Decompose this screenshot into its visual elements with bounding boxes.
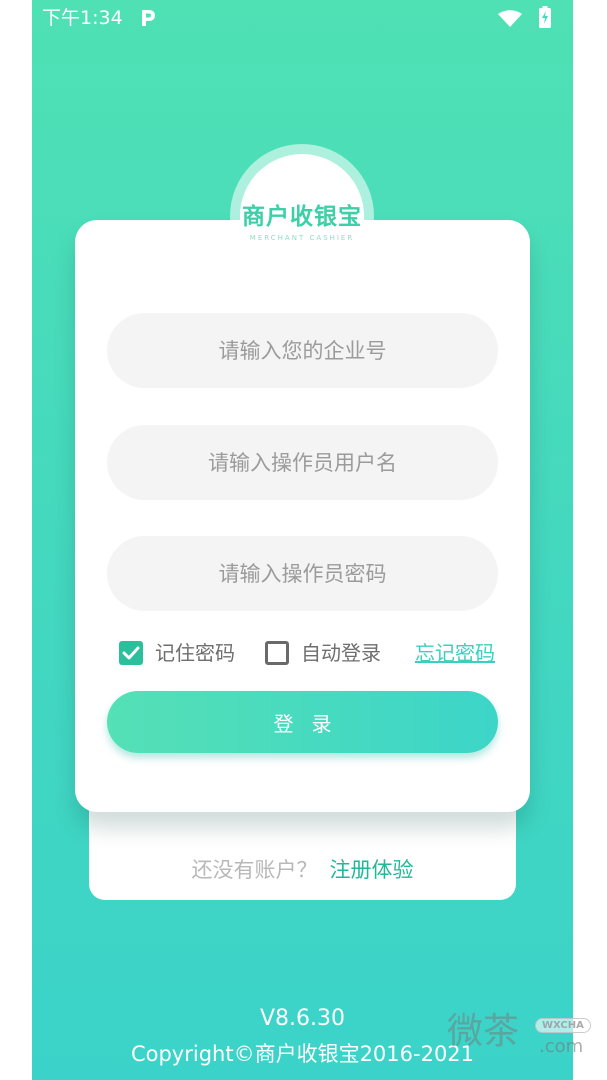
battery-charging-icon bbox=[539, 6, 551, 28]
auto-login-checkbox[interactable] bbox=[265, 641, 289, 665]
register-hint: 还没有账户？ bbox=[191, 858, 318, 882]
check-icon bbox=[122, 646, 140, 660]
watermark: 微茶 WXCHA .com bbox=[447, 1010, 597, 1070]
auto-login-label: 自动登录 bbox=[301, 641, 381, 665]
remember-password-label: 记住密码 bbox=[155, 641, 235, 665]
register-row: 还没有账户？ 注册体验 bbox=[89, 855, 516, 885]
remember-password-option[interactable]: 记住密码 bbox=[119, 638, 235, 668]
username-input[interactable] bbox=[107, 425, 498, 500]
watermark-badge: WXCHA bbox=[535, 1018, 591, 1033]
parking-p-icon bbox=[142, 10, 155, 26]
watermark-domain: .com bbox=[539, 1036, 584, 1057]
app-screen: 下午1:34 还没有账户？ 注册体验 记住密码 bbox=[32, 0, 573, 1080]
status-bar: 下午1:34 bbox=[32, 0, 573, 36]
logo-circle: 商户收银宝 MERCHANT CASHIER bbox=[240, 154, 364, 278]
register-link[interactable]: 注册体验 bbox=[330, 858, 414, 882]
password-input[interactable] bbox=[107, 536, 498, 611]
forgot-password-link[interactable]: 忘记密码 bbox=[415, 638, 495, 668]
login-card: 记住密码 自动登录 忘记密码 登录 bbox=[75, 220, 530, 812]
wifi-icon bbox=[498, 10, 522, 27]
auto-login-option[interactable]: 自动登录 bbox=[265, 638, 381, 668]
status-time: 下午1:34 bbox=[42, 7, 123, 29]
remember-password-checkbox[interactable] bbox=[119, 641, 143, 665]
logo-subtitle: MERCHANT CASHIER bbox=[249, 234, 355, 242]
logo: 商户收银宝 MERCHANT CASHIER bbox=[230, 144, 374, 288]
watermark-text: 微茶 bbox=[447, 1011, 520, 1052]
company-number-input[interactable] bbox=[107, 313, 498, 388]
login-button[interactable]: 登录 bbox=[107, 691, 498, 753]
logo-text: 商户收银宝 bbox=[242, 204, 362, 230]
